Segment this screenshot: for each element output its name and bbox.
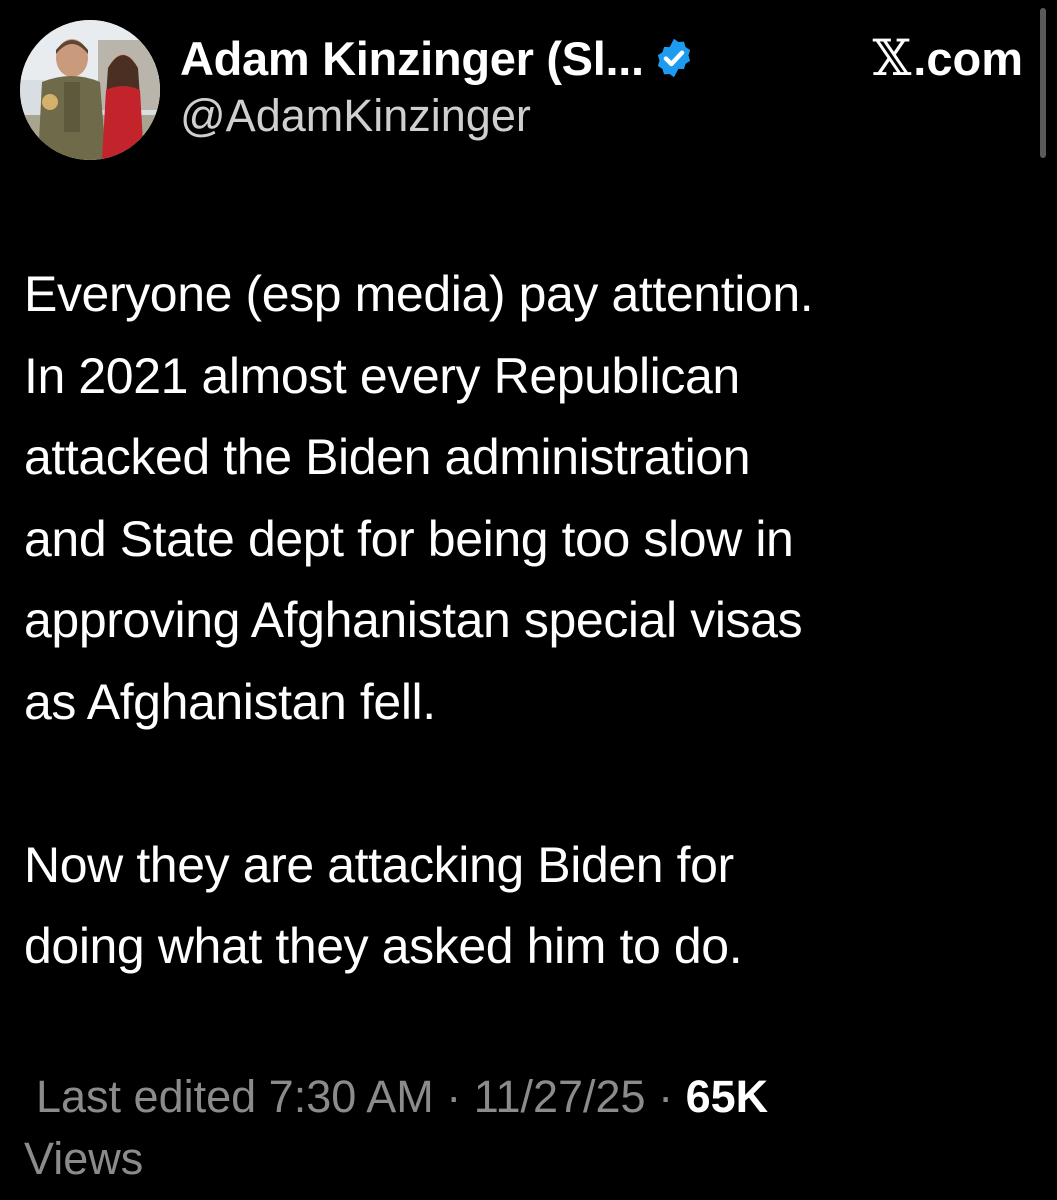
avatar[interactable] [20, 20, 160, 160]
tweet-meta: Last edited 7:30 AM · 11/27/25 · 65K Vie… [24, 1066, 1034, 1190]
views-count: 65K [685, 1071, 769, 1122]
tweet-text: Everyone (esp media) pay attention. In 2… [24, 254, 1034, 988]
tweet-line: Everyone (esp media) pay attention. [24, 266, 814, 322]
last-edited-timestamp[interactable]: Last edited 7:30 AM · 11/27/25 [36, 1071, 646, 1122]
author-name-row: Adam Kinzinger (Sl... [180, 28, 696, 88]
tweet-header: Adam Kinzinger (Sl... 𝕏 .com @AdamKinzin… [20, 20, 1023, 160]
tweet-line: and State dept for being too slow in [24, 510, 794, 567]
avatar-photo [20, 20, 160, 160]
verified-badge-icon [657, 38, 690, 78]
source-domain: .com [913, 31, 1023, 85]
tweet-line: Now they are attacking Biden for [24, 836, 734, 893]
tweet-line: In 2021 almost every Republican [24, 347, 740, 404]
tweet-line: doing what they asked him to do. [24, 918, 743, 974]
scrollbar[interactable] [1040, 8, 1046, 158]
source-label: 𝕏 .com [873, 28, 1024, 88]
x-logo-icon: 𝕏 [872, 29, 912, 87]
tweet-line: approving Afghanistan special visas [24, 592, 803, 648]
views-label: Views [24, 1133, 144, 1184]
author-display-name[interactable]: Adam Kinzinger (Sl... [180, 31, 644, 86]
meta-separator: · [658, 1071, 674, 1122]
tweet-line: attacked the Biden administration [24, 429, 751, 485]
author-handle[interactable]: @AdamKinzinger [180, 90, 531, 142]
tweet-line: as Afghanistan fell. [24, 673, 436, 730]
